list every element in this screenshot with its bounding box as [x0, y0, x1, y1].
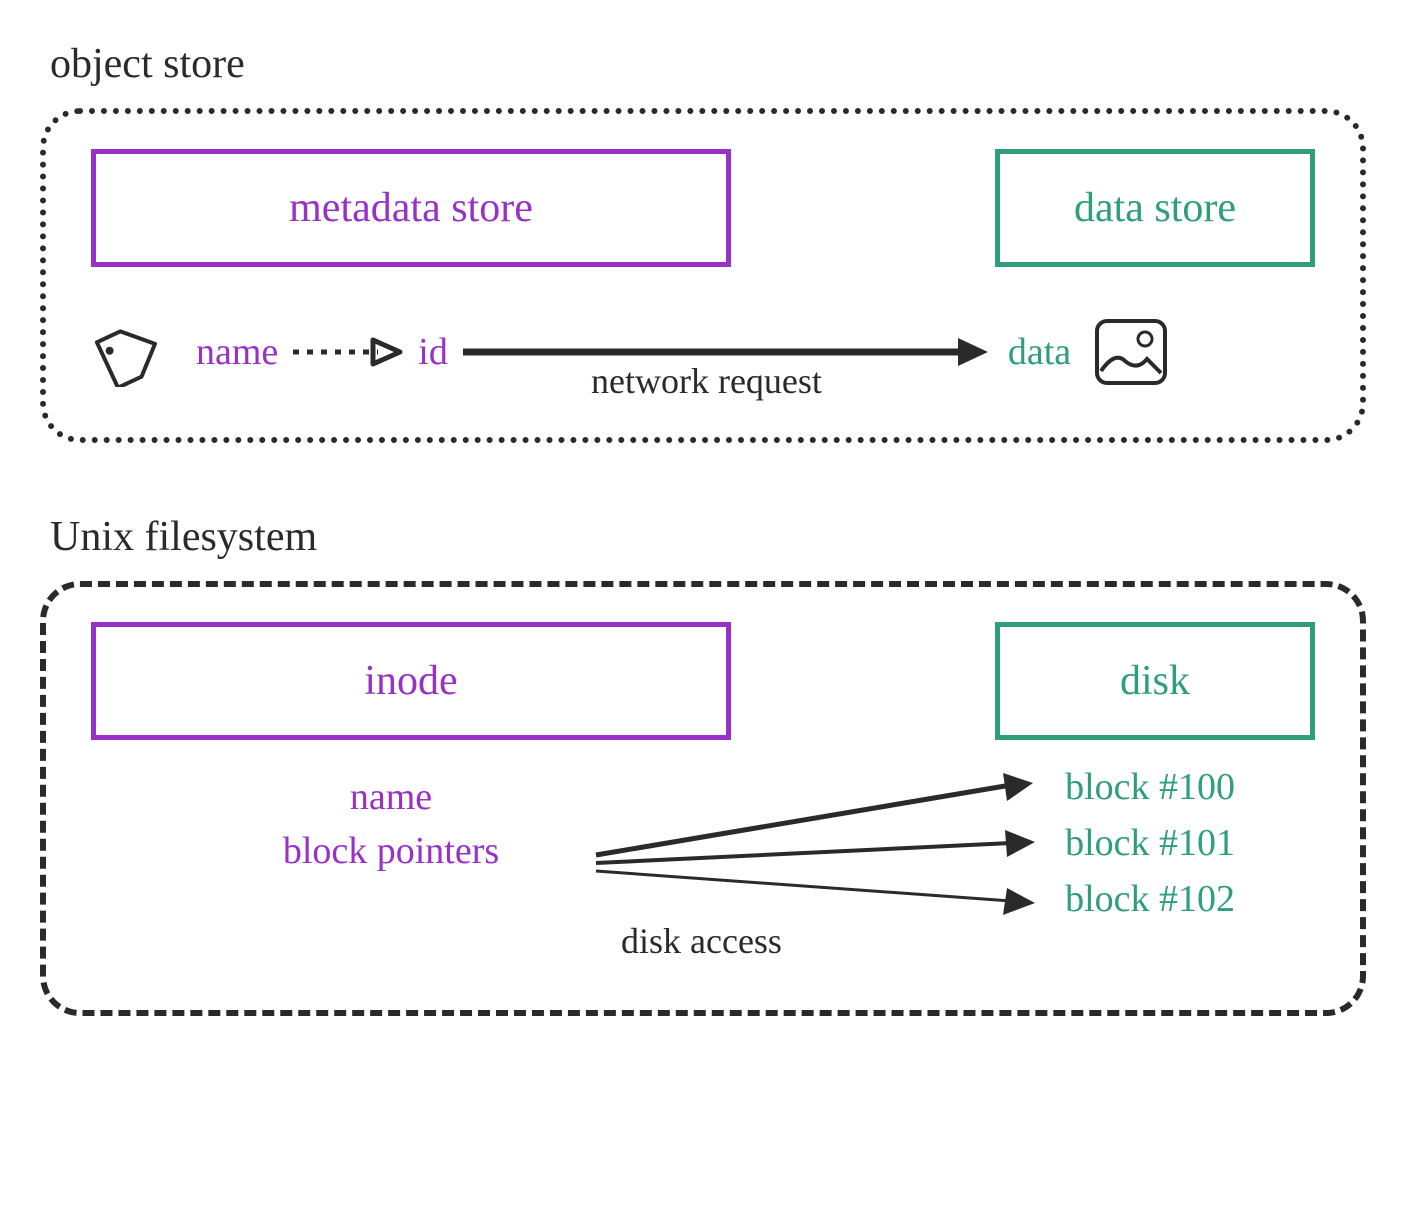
unix-filesystem-container: inode disk name block pointers block #10… — [40, 581, 1366, 1016]
dotted-arrow-icon — [288, 332, 408, 372]
block-item: block #101 — [1065, 821, 1235, 865]
id-label: id — [418, 330, 448, 374]
data-store-box: data store — [995, 149, 1315, 267]
inode-box: inode — [91, 622, 731, 740]
metadata-store-box: metadata store — [91, 149, 731, 267]
unix-filesystem-title: Unix filesystem — [40, 513, 1366, 561]
name-label: name — [196, 330, 278, 374]
inode-name-field: name — [191, 775, 591, 819]
image-icon — [1091, 315, 1171, 390]
network-request-label: network request — [591, 360, 822, 402]
inode-block-pointers-field: block pointers — [191, 829, 591, 873]
disk-box: disk — [995, 622, 1315, 740]
object-store-flow: name id data network request — [91, 302, 1315, 402]
block-item: block #102 — [1065, 877, 1235, 921]
data-label: data — [1008, 330, 1071, 374]
object-store-title: object store — [40, 40, 1366, 88]
disk-access-label: disk access — [621, 920, 782, 962]
tag-icon — [91, 317, 171, 387]
block-item: block #100 — [1065, 765, 1235, 809]
object-store-container: metadata store data store name id data n… — [40, 108, 1366, 443]
